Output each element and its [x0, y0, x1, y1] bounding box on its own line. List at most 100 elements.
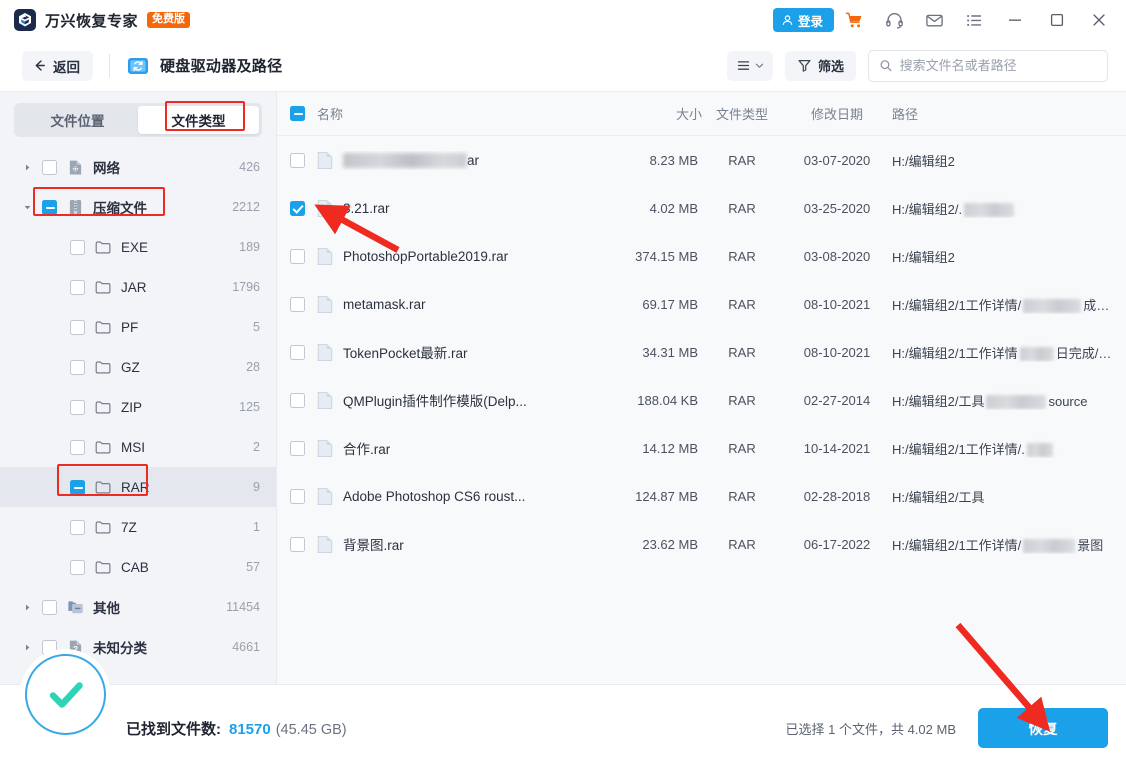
row-checkbox-cell[interactable] [277, 344, 317, 360]
table-row[interactable]: ar 8.23 MB RAR 03-07-2020 H:/编辑组2 [277, 136, 1126, 184]
row-checkbox[interactable] [289, 392, 305, 408]
select-all-checkbox[interactable] [289, 106, 305, 121]
tree-checkbox-JAR[interactable] [70, 279, 85, 295]
back-button[interactable]: 返回 [22, 50, 93, 81]
table-row[interactable]: 背景图.rar 23.62 MB RAR 06-17-2022 H:/编辑组2/1工作详… [277, 520, 1126, 568]
column-header-type[interactable]: 文件类型 [702, 104, 782, 123]
tree-checkbox-EXE[interactable] [70, 239, 85, 255]
tree-item-JAR[interactable]: JAR 1796 [0, 267, 276, 307]
chevron-right-icon[interactable] [18, 603, 36, 612]
mail-icon[interactable] [914, 0, 954, 40]
tree-item-RAR[interactable]: RAR 9 [0, 467, 276, 507]
cell-file-name: PhotoshopPortable2019.rar [317, 247, 602, 266]
row-checkbox[interactable] [289, 536, 305, 552]
column-header-size[interactable]: 大小 [602, 104, 702, 123]
table-row[interactable]: Adobe Photoshop CS6 roust... 124.87 MB RAR… [277, 472, 1126, 520]
file-name-text: 3.21.rar [343, 200, 390, 216]
row-checkbox-cell[interactable] [277, 152, 317, 168]
tree-item-label: 其他 [93, 601, 120, 616]
tab-file-location[interactable]: 文件位置 [17, 106, 138, 134]
table-header: 名称 大小 文件类型 修改日期 路径 [277, 92, 1126, 136]
cart-icon[interactable] [834, 0, 874, 40]
tree-item-EXE[interactable]: EXE 189 [0, 227, 276, 267]
file-document-icon [317, 295, 333, 314]
filter-button[interactable]: 筛选 [784, 50, 856, 81]
cell-file-name: metamask.rar [317, 295, 602, 314]
row-checkbox-cell[interactable] [277, 440, 317, 456]
column-header-name[interactable]: 名称 [317, 104, 602, 123]
row-checkbox[interactable] [289, 344, 305, 360]
table-row[interactable]: 3.21.rar 4.02 MB RAR 03-25-2020 H:/编辑组2/. [277, 184, 1126, 232]
row-checkbox-cell[interactable] [277, 536, 317, 552]
tree-item-CAB[interactable]: CAB 57 [0, 547, 276, 587]
file-type-tree: 网络 426 压缩文件 2212 EXE 189 JAR 1796 PF 5 GZ 28 ZIP 125 M… [0, 147, 276, 667]
row-checkbox-cell[interactable] [277, 392, 317, 408]
tree-item-其他[interactable]: 其他 11454 [0, 587, 276, 627]
tree-checkbox-压缩文件[interactable] [42, 199, 57, 215]
row-checkbox[interactable] [289, 248, 305, 264]
menu-list-icon[interactable] [954, 0, 994, 40]
tree-item-GZ[interactable]: GZ 28 [0, 347, 276, 387]
maximize-icon[interactable] [1036, 0, 1078, 40]
tree-checkbox-ZIP[interactable] [70, 399, 85, 415]
cell-file-name: 3.21.rar [317, 199, 602, 218]
tree-item-label: PF [121, 319, 139, 335]
minimize-icon[interactable] [994, 0, 1036, 40]
select-all-checkbox-cell[interactable] [277, 106, 317, 121]
close-icon[interactable] [1078, 0, 1120, 40]
cell-modified-date: 03-25-2020 [803, 200, 871, 216]
tree-item-7Z[interactable]: 7Z 1 [0, 507, 276, 547]
chevron-down-icon[interactable] [18, 203, 36, 212]
tree-checkbox-MSI[interactable] [70, 439, 85, 455]
row-checkbox[interactable] [289, 152, 305, 168]
login-button[interactable]: 登录 [772, 8, 834, 32]
tree-item-网络[interactable]: 网络 426 [0, 147, 276, 187]
tree-checkbox-未知分类[interactable] [42, 639, 57, 655]
folder-icon [94, 558, 112, 576]
search-input[interactable] [899, 58, 1097, 73]
table-row[interactable]: 合作.rar 14.12 MB RAR 10-14-2021 H:/编辑组2/1工作详情… [277, 424, 1126, 472]
cell-file-path: H:/编辑组2 [892, 151, 1126, 170]
tree-item-PF[interactable]: PF 5 [0, 307, 276, 347]
tab-file-type[interactable]: 文件类型 [138, 106, 259, 134]
green-check-circle-icon [25, 654, 106, 735]
view-options-button[interactable] [726, 50, 773, 81]
row-checkbox-cell[interactable] [277, 488, 317, 504]
row-checkbox-cell[interactable] [277, 200, 317, 216]
row-checkbox[interactable] [289, 296, 305, 312]
folder-icon [94, 518, 112, 536]
search-icon [880, 60, 892, 72]
tree-item-压缩文件[interactable]: 压缩文件 2212 [0, 187, 276, 227]
tree-item-ZIP[interactable]: ZIP 125 [0, 387, 276, 427]
tree-checkbox-GZ[interactable] [70, 359, 85, 375]
chevron-right-icon[interactable] [18, 163, 36, 172]
table-row[interactable]: metamask.rar 69.17 MB RAR 08-10-2021 H:/编辑组2… [277, 280, 1126, 328]
tree-checkbox-PF[interactable] [70, 319, 85, 335]
tree-item-label: RAR [121, 479, 150, 495]
tree-checkbox-RAR[interactable] [70, 479, 85, 495]
tree-checkbox-7Z[interactable] [70, 519, 85, 535]
cell-modified-date: 03-07-2020 [803, 152, 871, 168]
tree-checkbox-CAB[interactable] [70, 559, 85, 575]
row-checkbox[interactable] [289, 488, 305, 504]
row-checkbox[interactable] [289, 200, 305, 216]
chevron-right-icon[interactable] [18, 643, 36, 652]
cell-file-path: H:/编辑组2/工具 [892, 487, 1126, 506]
row-checkbox-cell[interactable] [277, 296, 317, 312]
tree-item-MSI[interactable]: MSI 2 [0, 427, 276, 467]
search-box[interactable] [868, 49, 1108, 82]
tree-item-label: MSI [121, 439, 146, 455]
row-checkbox[interactable] [289, 440, 305, 456]
table-row[interactable]: TokenPocket最新.rar 34.31 MB RAR 08-10-2021 H:… [277, 328, 1126, 376]
row-checkbox-cell[interactable] [277, 248, 317, 264]
tree-checkbox-网络[interactable] [42, 159, 57, 175]
folder-icon [94, 398, 112, 416]
table-row[interactable]: QMPlugin插件制作模版(Delp... 188.04 KB RAR 02-27-… [277, 376, 1126, 424]
column-header-path[interactable]: 路径 [892, 104, 1126, 123]
tree-checkbox-其他[interactable] [42, 599, 57, 615]
recover-button[interactable]: 恢复 [978, 708, 1108, 748]
tree-item-count: 2 [253, 440, 260, 454]
column-header-date[interactable]: 修改日期 [782, 104, 892, 123]
table-row[interactable]: PhotoshopPortable2019.rar 374.15 MB RAR 03-… [277, 232, 1126, 280]
headset-icon[interactable] [874, 0, 914, 40]
